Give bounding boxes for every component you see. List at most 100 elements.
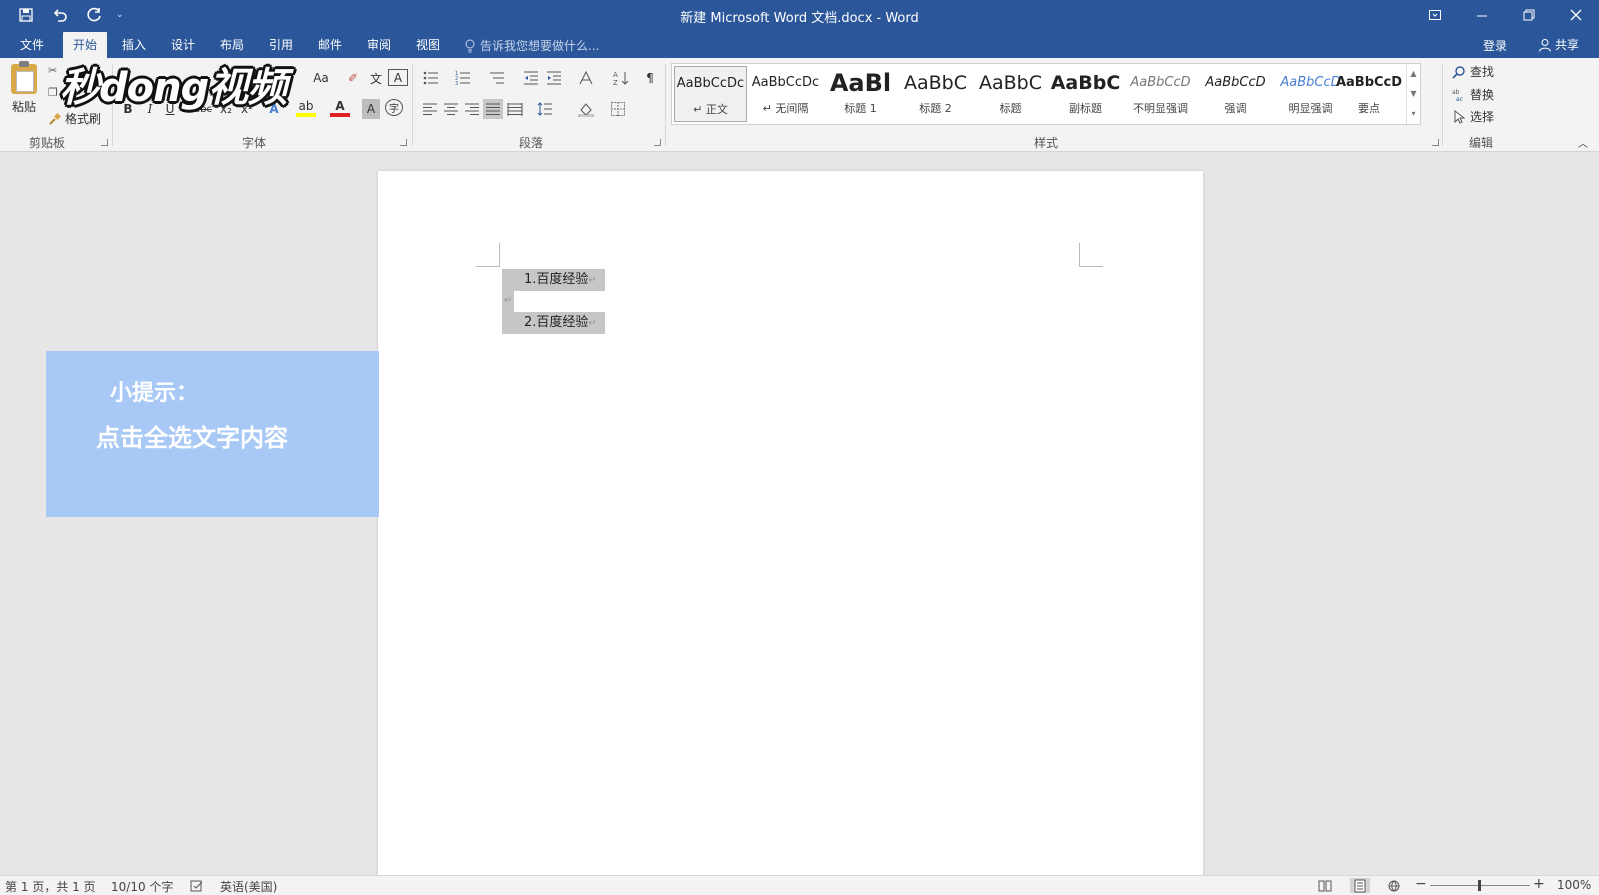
change-case-button[interactable]: Aa bbox=[308, 68, 334, 88]
tell-me-search[interactable]: 告诉我您想要做什么... bbox=[464, 37, 599, 54]
style-name: 标题 2 bbox=[919, 102, 952, 115]
minimize-icon bbox=[1476, 15, 1487, 17]
zoom-level[interactable]: 100% bbox=[1557, 878, 1591, 892]
decrease-indent-icon[interactable] bbox=[521, 68, 541, 88]
svg-text:Z: Z bbox=[613, 79, 618, 86]
clear-format-icon[interactable]: ✐ bbox=[343, 68, 363, 88]
style-subtitle[interactable]: AaBbC 副标题 bbox=[1049, 66, 1122, 122]
word-count[interactable]: 10/10 个字 bbox=[111, 878, 173, 895]
lightbulb-icon bbox=[465, 39, 475, 52]
style-strong[interactable]: AaBbCcD 要点 bbox=[1331, 66, 1407, 122]
style-name: 副标题 bbox=[1069, 102, 1102, 115]
line-text: 2.百度经验 bbox=[524, 315, 589, 330]
ribbon-tabs: 文件 开始 插入 设计 布局 引用 邮件 审阅 视图 bbox=[0, 30, 1599, 58]
paste-label: 粘贴 bbox=[11, 100, 36, 114]
style-heading-2[interactable]: AaBbC 标题 2 bbox=[899, 66, 972, 122]
tip-title: 小提示： bbox=[110, 381, 199, 406]
gallery-more-icon[interactable]: ▾ bbox=[1407, 104, 1420, 124]
select-button[interactable]: 选择 bbox=[1452, 108, 1494, 125]
proofing-icon[interactable] bbox=[190, 878, 204, 893]
minimize-button[interactable] bbox=[1458, 0, 1505, 30]
borders-icon[interactable] bbox=[606, 99, 630, 119]
web-layout-icon[interactable] bbox=[1387, 878, 1401, 893]
close-icon bbox=[1570, 9, 1581, 21]
paragraph-launcher[interactable] bbox=[654, 139, 661, 146]
scroll-up-icon[interactable]: ▲ bbox=[1407, 64, 1420, 84]
style-normal[interactable]: AaBbCcDc ↵ 正文 bbox=[674, 66, 747, 122]
style-sample: AaBbCcD bbox=[1335, 75, 1403, 90]
language-indicator[interactable]: 英语(美国) bbox=[220, 878, 277, 895]
bullets-icon[interactable] bbox=[420, 68, 442, 88]
replace-button[interactable]: ab ac 替换 bbox=[1452, 86, 1494, 103]
align-center-icon[interactable] bbox=[441, 99, 461, 119]
copy-icon[interactable]: ❐ bbox=[48, 86, 58, 99]
sort-icon[interactable]: AZ bbox=[611, 68, 631, 88]
clipboard-launcher[interactable] bbox=[101, 139, 108, 146]
scroll-down-icon[interactable]: ▼ bbox=[1407, 84, 1420, 104]
document-line-1[interactable]: 1.百度经验↵ bbox=[502, 269, 605, 291]
tab-file[interactable]: 文件 bbox=[10, 32, 54, 58]
styles-group-label: 样式 bbox=[1034, 136, 1059, 150]
style-emphasis[interactable]: AaBbCcD 强调 bbox=[1199, 66, 1272, 122]
justify-icon[interactable] bbox=[483, 99, 503, 119]
style-no-spacing[interactable]: AaBbCcDc ↵ 无间隔 bbox=[749, 66, 822, 122]
tab-mailings[interactable]: 邮件 bbox=[308, 32, 352, 58]
font-color-button[interactable]: A bbox=[330, 99, 350, 117]
paragraph-mark: ↵ bbox=[588, 318, 597, 329]
ribbon-display-options-button[interactable] bbox=[1411, 0, 1458, 30]
zoom-out-button[interactable]: − bbox=[1415, 876, 1427, 892]
gallery-scroll[interactable]: ▲ ▼ ▾ bbox=[1406, 64, 1420, 124]
document-line-2[interactable]: 2.百度经验↵ bbox=[502, 312, 605, 334]
numbering-icon[interactable]: 123 bbox=[452, 68, 474, 88]
style-name: ↵ 无间隔 bbox=[762, 102, 809, 115]
char-shading-button[interactable]: A bbox=[362, 99, 380, 119]
style-name: 要点 bbox=[1358, 102, 1380, 115]
read-mode-icon[interactable] bbox=[1318, 878, 1332, 893]
find-button[interactable]: 查找 bbox=[1452, 63, 1494, 80]
style-subtle-emphasis[interactable]: AaBbCcD 不明显强调 bbox=[1124, 66, 1197, 122]
char-border-icon[interactable]: A bbox=[388, 69, 408, 86]
print-layout-icon[interactable] bbox=[1350, 878, 1370, 893]
shading-icon[interactable] bbox=[574, 99, 598, 119]
document-page[interactable]: 1.百度经验↵ ↵ 2.百度经验↵ bbox=[378, 171, 1203, 875]
tab-view[interactable]: 视图 bbox=[406, 32, 450, 58]
cut-icon[interactable]: ✂ bbox=[48, 64, 57, 77]
person-icon bbox=[1538, 38, 1551, 52]
restore-icon bbox=[1523, 9, 1534, 21]
restore-button[interactable] bbox=[1505, 0, 1552, 30]
style-heading-1[interactable]: AaBl 标题 1 bbox=[824, 66, 897, 122]
signin-link[interactable]: 登录 bbox=[1483, 37, 1507, 54]
styles-gallery: AaBbCcDc ↵ 正文 AaBbCcDc ↵ 无间隔 AaBl 标题 1 A… bbox=[671, 63, 1421, 125]
multilevel-list-icon[interactable] bbox=[486, 68, 508, 88]
share-button[interactable]: 共享 bbox=[1538, 36, 1579, 53]
line-spacing-icon[interactable] bbox=[533, 99, 557, 119]
font-launcher[interactable] bbox=[400, 139, 407, 146]
tip-box: 小提示： 点击全选文字内容 bbox=[46, 351, 379, 517]
show-marks-icon[interactable]: ¶ bbox=[640, 68, 660, 88]
collapse-ribbon-icon[interactable]: ︿ bbox=[1576, 132, 1590, 152]
styles-launcher[interactable] bbox=[1432, 139, 1439, 146]
tab-review[interactable]: 审阅 bbox=[357, 32, 401, 58]
find-label: 查找 bbox=[1470, 65, 1495, 79]
style-title[interactable]: AaBbC 标题 bbox=[974, 66, 1047, 122]
distributed-icon[interactable] bbox=[505, 99, 525, 119]
clipboard-icon bbox=[11, 61, 37, 94]
style-name: 不明显强调 bbox=[1133, 102, 1188, 115]
paste-button[interactable]: 粘贴 bbox=[8, 61, 40, 115]
style-sample: AaBbCcDc bbox=[676, 76, 745, 91]
close-button[interactable] bbox=[1552, 0, 1599, 30]
highlight-color-icon[interactable]: ab bbox=[296, 99, 316, 117]
zoom-slider-thumb[interactable] bbox=[1478, 880, 1481, 891]
chinese-layout-icon[interactable] bbox=[574, 68, 598, 88]
increase-indent-icon[interactable] bbox=[544, 68, 564, 88]
style-sample: AaBbC bbox=[1050, 72, 1121, 94]
font-group-label: 字体 bbox=[242, 136, 267, 150]
enclose-char-button[interactable]: 字 bbox=[385, 99, 403, 116]
page-count[interactable]: 第 1 页，共 1 页 bbox=[5, 878, 96, 895]
align-right-icon[interactable] bbox=[462, 99, 482, 119]
zoom-in-button[interactable]: + bbox=[1533, 876, 1545, 892]
replace-label: 替换 bbox=[1470, 88, 1495, 102]
tip-body: 点击全选文字内容 bbox=[96, 424, 288, 452]
phonetic-guide-icon[interactable]: 文 bbox=[366, 68, 386, 88]
align-left-icon[interactable] bbox=[420, 99, 440, 119]
